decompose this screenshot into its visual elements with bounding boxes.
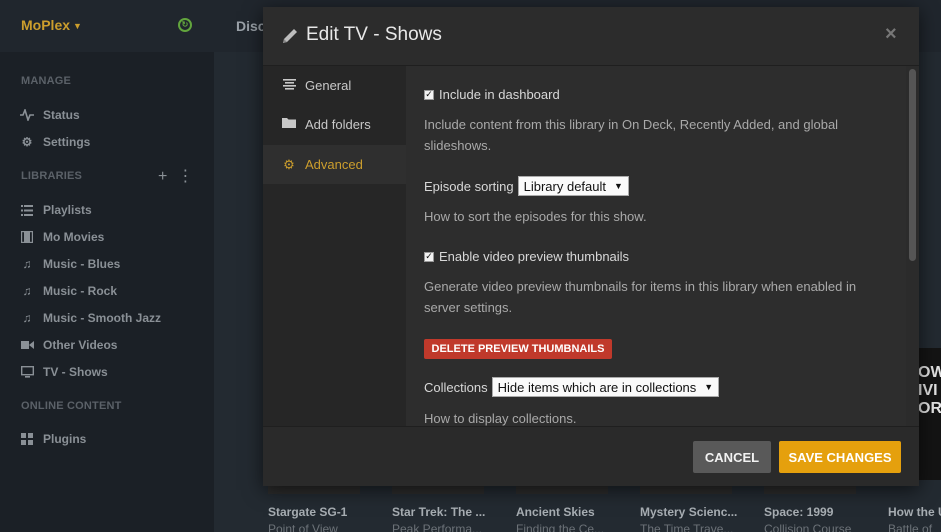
tab-general[interactable]: General (263, 66, 406, 105)
list-icon (20, 203, 34, 217)
sidebar-item-label: Music - Smooth Jazz (43, 311, 162, 325)
sidebar-item-label: Mo Movies (43, 230, 105, 244)
tab-label: Add folders (305, 117, 371, 132)
modal-title: Edit TV - Shows (306, 24, 442, 45)
sidebar-item-music-blues[interactable]: ♫ Music - Blues (20, 255, 121, 273)
manage-section-title: MANAGE (21, 75, 72, 87)
video-preview-label: Enable video preview thumbnails (439, 249, 630, 264)
include-dashboard-label: Include in dashboard (439, 87, 560, 102)
episode-sorting-value: Library default (523, 178, 607, 194)
include-dashboard-row: ✓ Include in dashboard (424, 87, 560, 102)
card-subtitle: Finding the Ce... (516, 522, 605, 532)
lines-icon (281, 78, 297, 93)
server-name: MoPlex (21, 17, 71, 33)
card-title[interactable]: Stargate SG-1 (268, 505, 347, 519)
sidebar-item-playlists[interactable]: Playlists (20, 201, 92, 219)
film-icon (20, 230, 34, 244)
tab-label: Advanced (305, 157, 363, 172)
collections-help: How to display collections. (424, 411, 577, 426)
card-subtitle: Battle of (888, 522, 933, 532)
sidebar-item-plugins[interactable]: Plugins (20, 430, 86, 448)
library-actions: + ⋮ (158, 166, 203, 186)
card-title[interactable]: How the U (888, 505, 941, 519)
add-library-icon[interactable]: + (158, 168, 167, 185)
server-status-icon[interactable]: ↻ (178, 18, 192, 32)
delete-preview-thumbnails-button[interactable]: DELETE PREVIEW THUMBNAILS (424, 339, 612, 359)
music-note-icon: ♫ (22, 257, 32, 271)
music-note-icon: ♫ (22, 284, 32, 298)
modal-nav: General Add folders ⚙ Advanced (263, 66, 406, 426)
collections-row: Collections Hide items which are in coll… (424, 377, 720, 397)
sidebar-item-mo-movies[interactable]: Mo Movies (20, 228, 104, 246)
sidebar-item-tv-shows[interactable]: TV - Shows (20, 363, 108, 381)
card-subtitle: Peak Performa... (392, 522, 483, 532)
dropdown-arrow-icon: ▼ (704, 382, 714, 392)
collections-label: Collections (424, 379, 488, 395)
gear-icon: ⚙ (283, 156, 295, 172)
scrollbar-thumb[interactable] (909, 69, 916, 261)
card-subtitle: Point of View (268, 522, 338, 532)
video-camera-icon (20, 338, 34, 352)
sidebar-item-music-smooth-jazz[interactable]: ♫ Music - Smooth Jazz (20, 309, 162, 327)
music-note-icon: ♫ (22, 311, 32, 325)
sidebar-item-label: Music - Blues (43, 257, 121, 271)
episode-sorting-help: How to sort the episodes for this show. (424, 209, 647, 224)
card-title[interactable]: Space: 1999 (764, 505, 833, 519)
include-dashboard-help: Include content from this library in On … (424, 117, 839, 153)
folder-icon (281, 117, 297, 132)
episode-sorting-label: Episode sorting (424, 178, 514, 194)
sidebar-item-label: Other Videos (43, 338, 118, 352)
caret-down-icon: ▼ (73, 21, 82, 31)
card-subtitle: The Time Trave... (640, 522, 734, 532)
save-changes-button[interactable]: SAVE CHANGES (779, 441, 901, 473)
close-icon[interactable]: × (885, 23, 897, 46)
modal-header: Edit TV - Shows × (263, 7, 919, 66)
sidebar-item-label: Music - Rock (43, 284, 118, 298)
tab-label: General (305, 78, 352, 93)
include-dashboard-checkbox[interactable]: ✓ (424, 89, 434, 100)
sidebar-item-settings[interactable]: ⚙ Settings (20, 133, 91, 151)
tab-advanced[interactable]: ⚙ Advanced (263, 145, 406, 184)
grid-icon (20, 432, 34, 446)
card-title[interactable]: Star Trek: The ... (392, 505, 485, 519)
settings-scrollbar[interactable] (906, 66, 919, 426)
modal-footer: CANCEL SAVE CHANGES (263, 426, 919, 486)
dropdown-arrow-icon: ▼ (614, 181, 623, 191)
card-subtitle: Collision Course (764, 522, 852, 532)
edit-library-modal: Edit TV - Shows × General Add folders ⚙ … (263, 7, 919, 486)
sidebar-item-label: Playlists (43, 203, 92, 217)
gear-icon: ⚙ (21, 135, 33, 149)
libraries-section-title: LIBRARIES (21, 170, 83, 182)
sidebar: MANAGE Status ⚙ Settings LIBRARIES + ⋮ Pl… (0, 52, 214, 532)
video-preview-checkbox[interactable]: ✓ (424, 251, 434, 262)
online-content-section-title: ONLINE CONTENT (21, 400, 122, 412)
more-options-icon[interactable]: ⋮ (177, 168, 193, 185)
sidebar-item-other-videos[interactable]: Other Videos (20, 336, 117, 354)
tab-add-folders[interactable]: Add folders (263, 105, 406, 144)
sidebar-item-label: Plugins (43, 432, 87, 446)
sidebar-item-label: Status (43, 108, 80, 122)
collections-value: Hide items which are in collections (497, 379, 697, 395)
episode-sorting-row: Episode sorting Library default ▼ (424, 176, 629, 196)
sidebar-item-status[interactable]: Status (20, 106, 80, 124)
server-selector[interactable]: MoPlex ▼ (21, 17, 82, 33)
sidebar-item-music-rock[interactable]: ♫ Music - Rock (20, 282, 118, 300)
advanced-settings-panel: ✓ Include in dashboard Include content f… (406, 66, 906, 426)
card-title[interactable]: Ancient Skies (516, 505, 595, 519)
discover-nav-link[interactable]: Disc (236, 18, 266, 34)
episode-sorting-select[interactable]: Library default ▼ (517, 176, 629, 196)
video-preview-help: Generate video preview thumbnails for it… (424, 279, 857, 315)
collections-select[interactable]: Hide items which are in collections ▼ (491, 377, 720, 397)
pencil-icon (283, 29, 297, 43)
video-preview-row: ✓ Enable video preview thumbnails (424, 249, 629, 264)
card-title[interactable]: Mystery Scienc... (640, 505, 737, 519)
sidebar-item-label: Settings (43, 135, 91, 149)
sidebar-item-label: TV - Shows (43, 365, 108, 379)
cancel-button[interactable]: CANCEL (693, 441, 771, 473)
pulse-icon (20, 108, 34, 122)
monitor-icon (20, 365, 34, 379)
side-poster[interactable]: OW IVI ORI (918, 348, 941, 480)
